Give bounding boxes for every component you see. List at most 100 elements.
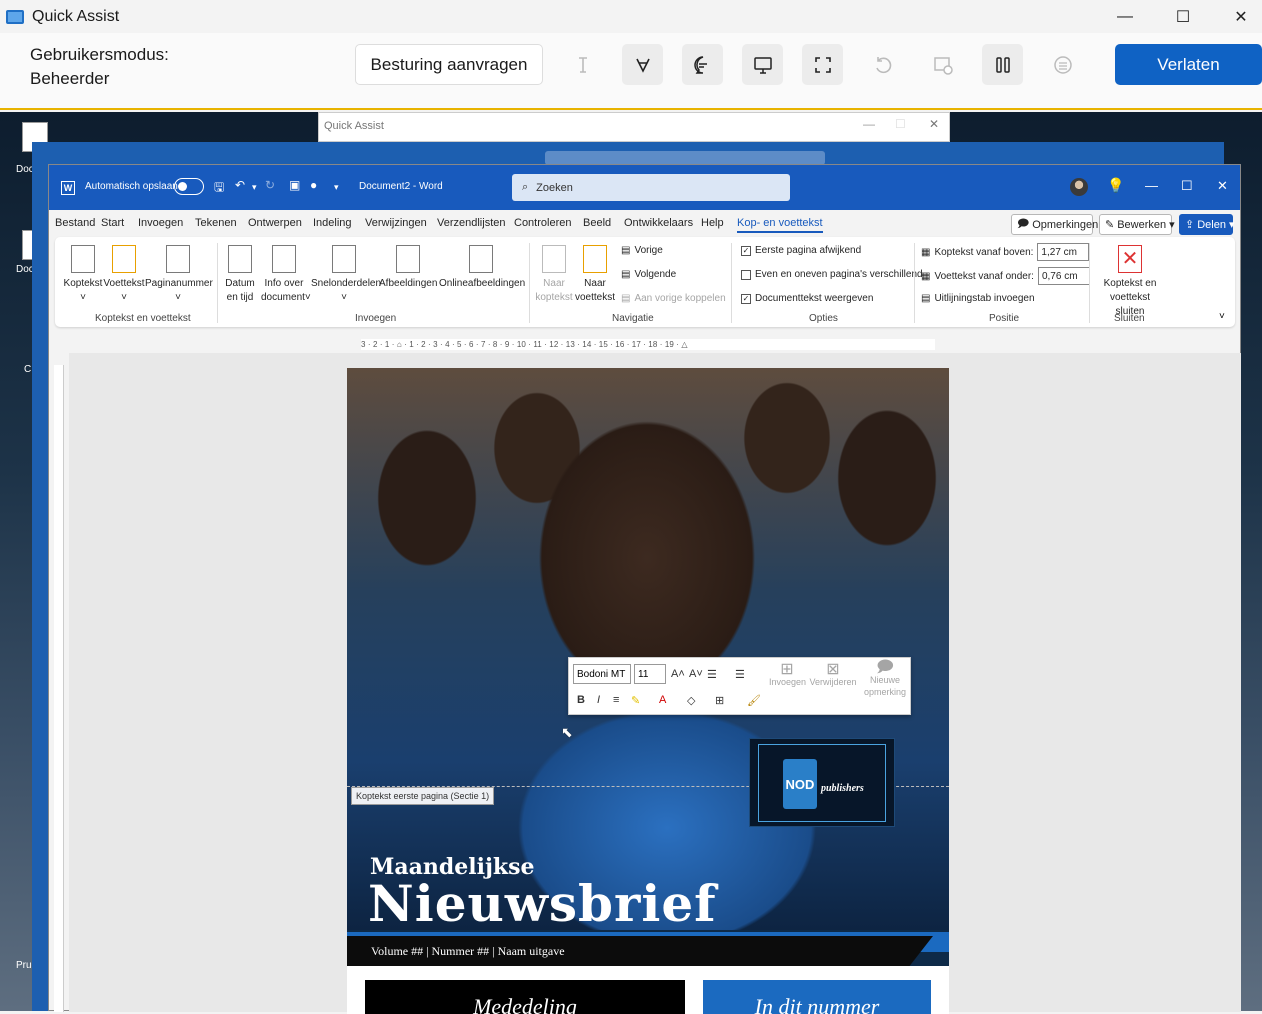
ribbon-collapse-icon[interactable]: ˅ xyxy=(1219,311,1225,322)
tab-beeld[interactable]: Beeld xyxy=(583,217,611,229)
close-icon[interactable]: ✕ xyxy=(929,117,939,131)
shading-icon[interactable]: ◇ xyxy=(687,694,695,707)
go-to-footer-label-2: voettekst xyxy=(575,292,616,303)
bold-icon[interactable]: B xyxy=(577,694,585,706)
footer-from-bottom-input[interactable]: 0,76 cm xyxy=(1037,267,1090,285)
tab-verzendlijsten[interactable]: Verzendlijsten xyxy=(437,217,506,229)
publisher-logo[interactable]: NOD publishers xyxy=(749,738,895,827)
tab-verwijzingen[interactable]: Verwijzingen xyxy=(365,217,427,229)
insert-alignment-tab-button[interactable]: ▤ Uitlijningstab invoegen xyxy=(921,293,1035,304)
footer-from-bottom-label: Voettekst vanaf onder: xyxy=(934,270,1034,282)
header-from-top-input[interactable]: 1,27 cm xyxy=(1037,243,1090,261)
tab-ontwerpen[interactable]: Ontwerpen xyxy=(248,217,302,229)
odd-even-checkbox[interactable]: Even en oneven pagina's verschillend xyxy=(741,269,923,280)
maximize-icon[interactable]: ☐ xyxy=(1181,178,1193,194)
tab-invoegen[interactable]: Invoegen xyxy=(138,217,183,229)
menu-icon[interactable] xyxy=(1042,44,1083,85)
minimize-icon[interactable]: — xyxy=(863,117,875,131)
bullets-icon[interactable]: ☰ xyxy=(707,668,717,681)
go-to-footer-label-1: Naar xyxy=(584,278,606,289)
italic-icon[interactable]: I xyxy=(597,694,600,706)
save-icon[interactable]: 🖫 xyxy=(214,178,224,199)
tab-indeling[interactable]: Indeling xyxy=(313,217,352,229)
maximize-icon[interactable]: ☐ xyxy=(895,117,906,131)
show-document-text-checkbox[interactable]: ✓ Documenttekst weergeven xyxy=(741,293,873,304)
page-number-button[interactable]: Paginanummer ˅ xyxy=(145,245,213,305)
insert-table-button[interactable]: ⊞ Invoegen xyxy=(769,662,806,688)
close-icon[interactable]: ✕ xyxy=(1217,178,1228,194)
maximize-icon[interactable]: ☐ xyxy=(1154,0,1212,33)
pause-icon[interactable] xyxy=(982,44,1023,85)
autosave-toggle[interactable] xyxy=(174,178,204,195)
tab-bestand[interactable]: Bestand xyxy=(55,217,95,229)
tab-ontwikkelaars[interactable]: Ontwikkelaars xyxy=(624,217,693,229)
close-header-footer-button[interactable]: ✕ Koptekst en voettekst sluiten xyxy=(1095,245,1165,319)
horizontal-ruler: 3 · 2 · 1 · ⌂ · 1 · 2 · 3 · 4 · 5 · 6 · … xyxy=(49,335,1240,353)
tab-controleren[interactable]: Controleren xyxy=(514,217,571,229)
reload-icon[interactable] xyxy=(862,44,903,85)
edit-button[interactable]: ✎ Bewerken ▾ xyxy=(1099,214,1175,235)
footer-button[interactable]: Voettekst ˅ xyxy=(103,245,145,305)
highlight-icon[interactable]: ✎ xyxy=(631,694,640,707)
customize-qat-icon[interactable]: ▾ xyxy=(334,182,339,193)
delete-table-button[interactable]: ⊠ Verwijderen xyxy=(809,662,857,688)
logo-subtitle: publishers xyxy=(821,783,864,794)
header-button[interactable]: Koptekst ˅ xyxy=(63,245,103,305)
link-to-previous-button[interactable]: ▤ Aan vorige koppelen xyxy=(621,293,726,304)
font-color-icon[interactable]: A xyxy=(659,694,666,706)
undo-icon[interactable]: ↶ xyxy=(235,178,245,192)
previous-button[interactable]: ▤ Vorige xyxy=(621,245,663,256)
minimize-icon[interactable]: — xyxy=(1145,178,1158,193)
pictures-button[interactable]: Afbeeldingen xyxy=(379,245,437,291)
tab-kop-en-voettekst[interactable]: Kop- en voettekst xyxy=(737,217,823,233)
avatar[interactable] xyxy=(1070,178,1088,196)
touch-mode-icon[interactable]: ▣ xyxy=(289,178,300,192)
new-comment-icon: 🗩 xyxy=(876,659,894,676)
laser-pointer-icon[interactable] xyxy=(562,44,603,85)
go-to-header-icon xyxy=(542,245,566,273)
undo-dropdown-icon[interactable]: ▾ xyxy=(252,182,257,193)
monitor-icon[interactable] xyxy=(742,44,783,85)
record-icon[interactable]: ● xyxy=(310,178,317,192)
borders-icon[interactable]: ⊞ xyxy=(715,694,724,707)
request-control-button[interactable]: Besturing aanvragen xyxy=(355,44,543,85)
next-button[interactable]: ▤ Volgende xyxy=(621,269,676,280)
quick-parts-button[interactable]: Snelonderdelen ˅ xyxy=(311,245,381,305)
header-from-top-label: Koptekst vanaf boven: xyxy=(934,246,1034,258)
word-search-box[interactable]: ⌕ Zoeken xyxy=(512,174,790,201)
tab-tekenen[interactable]: Tekenen xyxy=(195,217,237,229)
font-name-select[interactable]: Bodoni MT xyxy=(573,664,631,684)
document-info-button[interactable]: Info over document˅ xyxy=(261,245,311,305)
tab-start[interactable]: Start xyxy=(101,217,124,229)
lightbulb-icon[interactable]: 💡 xyxy=(1107,177,1124,194)
go-to-header-label-2: koptekst xyxy=(535,292,573,303)
app-title: Quick Assist xyxy=(32,7,120,25)
leave-button[interactable]: Verlaten xyxy=(1115,44,1262,85)
minimize-icon[interactable]: — xyxy=(1096,0,1154,33)
go-to-header-button[interactable]: Naar koptekst xyxy=(535,245,573,305)
font-size-select[interactable]: 11 xyxy=(634,664,666,684)
redo-icon[interactable]: ↻ xyxy=(265,178,275,192)
new-comment-button[interactable]: 🗩 Nieuwe opmerking xyxy=(861,659,909,698)
align-center-icon[interactable]: ≡ xyxy=(613,694,619,706)
share-button[interactable]: ⇪ Delen ▾ xyxy=(1179,214,1235,235)
different-first-page-checkbox[interactable]: ✓ Eerste pagina afwijkend xyxy=(741,245,861,256)
online-pictures-button[interactable]: Onlineafbeeldingen xyxy=(439,245,525,291)
grow-font-icon[interactable]: A˄ xyxy=(671,668,685,680)
numbering-icon[interactable]: ☰ xyxy=(735,668,745,681)
footer-icon xyxy=(112,245,136,273)
chat-icon[interactable] xyxy=(682,44,723,85)
comments-button[interactable]: 🗩 Opmerkingen xyxy=(1011,214,1098,235)
tab-help[interactable]: Help xyxy=(701,217,724,229)
close-icon[interactable]: ✕ xyxy=(1212,0,1262,33)
go-to-footer-button[interactable]: Naar voettekst xyxy=(575,245,615,305)
format-painter-icon[interactable]: 🖌 xyxy=(747,694,761,707)
user-mode-label: Gebruikersmodus: xyxy=(30,45,169,64)
shrink-font-icon[interactable]: A˅ xyxy=(689,668,703,680)
annotate-icon[interactable] xyxy=(622,44,663,85)
edit-label: Bewerken xyxy=(1117,218,1167,231)
task-manager-icon[interactable] xyxy=(922,44,963,85)
group-navigation: Navigatie xyxy=(612,313,654,324)
fullscreen-icon[interactable] xyxy=(802,44,843,85)
date-time-button[interactable]: Datum en tijd xyxy=(223,245,257,305)
